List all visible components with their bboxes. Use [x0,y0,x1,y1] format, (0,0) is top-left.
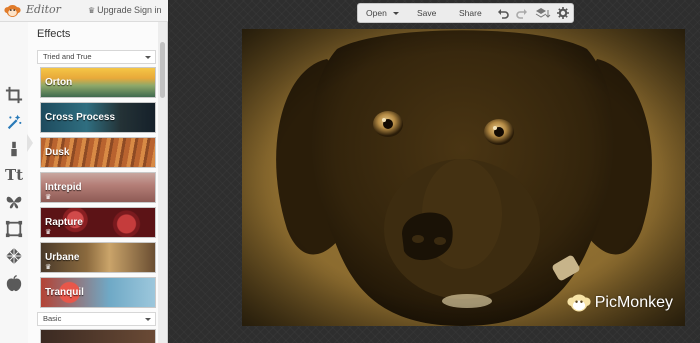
chevron-down-icon [145,56,151,59]
effect-label: Intrepid [45,182,82,193]
effects-panel: Effects Tried and True Orton Cross Proce… [34,22,158,343]
photo-canvas[interactable]: PicMonkey [242,29,685,326]
lipstick-icon [11,141,17,157]
tool-text[interactable]: Tt [3,164,25,186]
monkey-logo-icon[interactable] [4,3,21,19]
dog-photo [242,29,685,326]
crown-icon: ♛ [45,229,52,236]
active-tool-pointer [27,134,33,152]
layers-icon[interactable] [535,7,551,19]
effect-label: Urbane [45,252,80,263]
effect-next[interactable] [40,329,156,343]
app-name: Editor [26,3,61,16]
redo-icon[interactable] [516,7,528,19]
upgrade-label: Upgrade [97,5,132,15]
butterfly-icon [6,196,22,209]
magic-wand-icon [7,114,22,130]
panel-title: Effects [37,28,71,40]
editor-toolbar: Open Save Share [357,3,574,23]
dropdown-label: Tried and True [43,52,92,61]
scrollbar-thumb[interactable] [160,42,165,98]
tool-touch-up[interactable] [3,138,25,160]
texture-icon [5,247,23,265]
tool-effects[interactable] [3,111,25,133]
effect-label: Tranquil [45,287,84,298]
upgrade-link[interactable]: ♛ Upgrade [88,5,132,15]
crop-icon [5,86,23,104]
share-button[interactable]: Share [459,8,482,18]
text-icon: Tt [4,166,24,184]
tool-overlays[interactable] [3,191,25,213]
effect-dusk[interactable]: Dusk [40,137,156,168]
left-panel: Editor ♛ Upgrade Sign in Tt Effects Trie… [0,0,168,343]
effect-rapture[interactable]: Rapture ♛ [40,207,156,238]
tool-textures[interactable] [3,245,25,267]
watermark: PicMonkey [566,292,673,314]
tool-frames[interactable] [3,218,25,240]
gear-icon[interactable] [557,7,569,19]
sign-in-link[interactable]: Sign in [134,5,162,15]
crown-icon: ♛ [45,194,52,201]
dropdown-label: Basic [43,314,62,323]
crown-icon: ♛ [88,6,96,15]
effect-label: Rapture [45,217,83,228]
effect-tranquil[interactable]: Tranquil [40,277,156,308]
effect-intrepid[interactable]: Intrepid ♛ [40,172,156,203]
monkey-logo-icon [567,294,591,312]
save-button[interactable]: Save [417,8,436,18]
watermark-text: PicMonkey [594,294,673,311]
group-dropdown-basic[interactable]: Basic [37,312,156,326]
effect-cross-process[interactable]: Cross Process [40,102,156,133]
chevron-down-icon[interactable] [393,12,399,15]
crown-icon: ♛ [45,264,52,271]
effect-label: Dusk [45,147,70,158]
effect-label: Cross Process [45,112,116,123]
frame-icon [5,220,23,238]
undo-icon[interactable] [497,7,509,19]
apple-icon [6,275,22,292]
effect-orton[interactable]: Orton [40,67,156,98]
panel-scrollbar[interactable] [158,22,167,343]
effect-label: Orton [45,77,73,88]
tool-themes[interactable] [3,272,25,294]
open-button[interactable]: Open [366,8,387,18]
effect-urbane[interactable]: Urbane ♛ [40,242,156,273]
top-bar: Editor ♛ Upgrade Sign in [0,0,168,22]
tool-crop[interactable] [3,84,25,106]
group-dropdown-tried-and-true[interactable]: Tried and True [37,50,156,64]
chevron-down-icon [145,318,151,321]
tool-rail: Tt [0,22,33,343]
